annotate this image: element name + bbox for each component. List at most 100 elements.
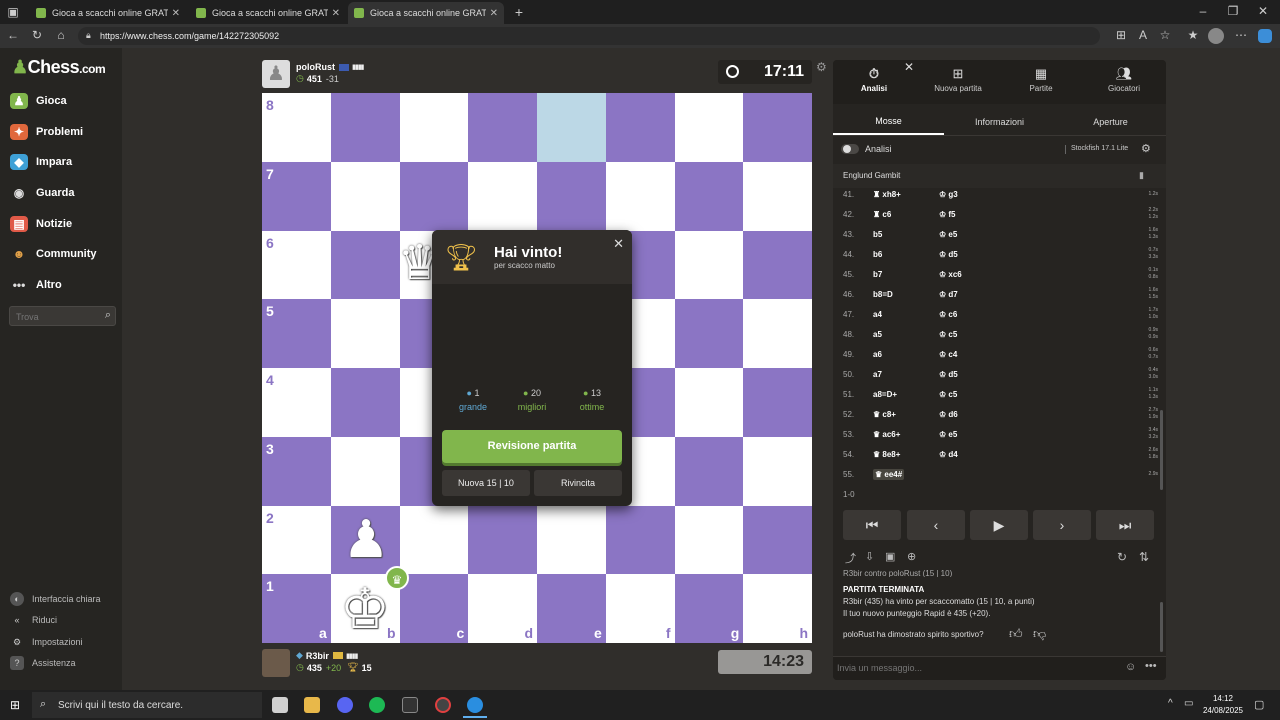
close-tab-icon[interactable]: ✕ <box>172 8 180 19</box>
board-square-b3[interactable] <box>330 436 400 506</box>
bottom-player-info[interactable]: ◆ R3bir ▮▮▮▮ ◷ 435 +20 🏆︎ 15 <box>296 650 372 673</box>
white-move[interactable]: a7 <box>873 370 939 379</box>
board-square-a6[interactable]: 6 <box>262 230 331 300</box>
close-analysis-icon[interactable]: ✕ <box>904 60 914 74</box>
epic-games-icon[interactable] <box>402 697 418 713</box>
board-square-a2[interactable]: 2 <box>262 505 331 575</box>
board-square-h7[interactable] <box>743 161 812 231</box>
board-square-c8[interactable] <box>399 93 469 162</box>
chess-logo[interactable]: ♟Chess.com <box>12 57 106 78</box>
board-square-c7[interactable] <box>399 161 469 231</box>
board-square-b6[interactable] <box>330 230 400 300</box>
board-square-c1[interactable]: c <box>399 574 469 643</box>
black-move[interactable]: ♔ e5 <box>939 430 1136 439</box>
window-menu-icon[interactable]: ▣ <box>6 5 20 19</box>
favorites-icon[interactable]: ★ <box>1186 28 1200 42</box>
home-icon[interactable]: ⌂ <box>54 28 68 42</box>
board-square-h4[interactable] <box>743 368 812 437</box>
board-square-e1[interactable]: e <box>537 574 606 643</box>
black-move[interactable]: ♔ d5 <box>939 250 1136 259</box>
previous-move-button[interactable]: ‹ <box>907 510 965 540</box>
board-settings-gear-icon[interactable]: ⚙ <box>816 60 827 74</box>
sidebar-item-altro[interactable]: ••• Altro <box>10 274 62 296</box>
first-move-button[interactable]: ⏮︎ <box>843 510 901 540</box>
board-square-d7[interactable] <box>468 161 537 231</box>
black-move[interactable]: ♔ xc6 <box>939 270 1136 279</box>
browser-tab-active[interactable]: Gioca a scacchi online GRATIS - S ✕ <box>348 2 504 24</box>
subtab-aperture[interactable]: Aperture <box>1055 109 1166 135</box>
board-square-a5[interactable]: 5 <box>262 299 331 368</box>
board-square-f8[interactable] <box>605 93 675 162</box>
chat-more-icon[interactable]: ••• <box>1145 660 1157 672</box>
taskbar-search[interactable]: ⌕ Scrivi qui il testo da cercare. <box>32 692 262 718</box>
black-move[interactable]: ♔ c6 <box>939 310 1136 319</box>
close-tab-icon[interactable]: ✕ <box>332 8 340 19</box>
reload-icon[interactable]: ↻ <box>30 28 44 42</box>
tab-partite[interactable]: ▦ Partite <box>1016 66 1066 93</box>
board-square-d8[interactable] <box>468 93 537 162</box>
board-square-h8[interactable] <box>743 93 812 162</box>
profile-avatar[interactable] <box>1208 28 1224 44</box>
board-square-g4[interactable] <box>674 368 744 437</box>
board-square-e7[interactable] <box>537 161 606 231</box>
favorite-star-icon[interactable]: ☆ <box>1158 28 1172 42</box>
board-square-g5[interactable] <box>674 299 744 368</box>
rematch-button[interactable]: Rivincita <box>534 470 622 496</box>
sidebar-item-light-ui[interactable]: ◐ Interfaccia chiara <box>10 590 101 608</box>
board-square-h5[interactable] <box>743 299 812 368</box>
board-square-h6[interactable] <box>743 230 812 300</box>
board-square-a8[interactable]: 8 <box>262 93 331 162</box>
tab-giocatori[interactable]: 👥︎ Giocatori <box>1099 66 1149 93</box>
board-square-f1[interactable]: f <box>605 574 675 643</box>
windows-start-icon[interactable]: ⊞ <box>10 699 22 711</box>
board-square-f7[interactable] <box>605 161 675 231</box>
black-move[interactable]: ♔ f5 <box>939 210 1136 219</box>
white-move[interactable]: b8=D <box>873 290 939 299</box>
white-pawn-piece[interactable]: ♟ <box>336 510 396 570</box>
subtab-informazioni[interactable]: Informazioni <box>944 109 1055 135</box>
browser-tab[interactable]: Gioca a scacchi online GRATIS - S ✕ <box>30 2 186 24</box>
white-move[interactable]: ♛ ac6+ <box>873 430 939 439</box>
sidebar-item-help[interactable]: ? Assistenza <box>10 654 76 672</box>
board-square-b8[interactable] <box>330 93 400 162</box>
obs-icon[interactable] <box>435 697 451 713</box>
chat-input[interactable] <box>837 660 1107 676</box>
emoji-icon[interactable]: ☺ <box>1125 661 1136 673</box>
refresh-icon[interactable]: ↻ <box>1117 550 1127 564</box>
play-button[interactable]: ▶ <box>970 510 1028 540</box>
white-move[interactable]: ♜ c6 <box>873 210 939 219</box>
sidebar-item-gioca[interactable]: ♟ Gioca <box>10 90 67 112</box>
chat-scrollbar[interactable] <box>1160 602 1163 652</box>
white-move[interactable]: a4 <box>873 310 939 319</box>
board-square-a7[interactable]: 7 <box>262 161 331 231</box>
black-move[interactable]: ♔ d7 <box>939 290 1136 299</box>
board-square-g3[interactable] <box>674 436 744 506</box>
black-move[interactable]: ♔ d4 <box>939 450 1136 459</box>
address-bar[interactable]: 🔒︎ https://www.chess.com/game/1422723050… <box>78 27 1100 45</box>
flip-board-icon[interactable]: ⇅ <box>1139 550 1149 564</box>
browser-tab[interactable]: Gioca a scacchi online GRATIS - S ✕ <box>190 2 346 24</box>
white-move[interactable]: b7 <box>873 270 939 279</box>
black-move[interactable]: ♔ d5 <box>939 370 1136 379</box>
thumbs-down-icon[interactable]: 👎︎ <box>1033 626 1046 642</box>
last-move-button[interactable]: ⏭︎ <box>1096 510 1154 540</box>
board-square-a4[interactable]: 4 <box>262 368 331 437</box>
white-move[interactable]: a6 <box>873 350 939 359</box>
close-tab-icon[interactable]: ✕ <box>490 8 498 19</box>
subtab-mosse[interactable]: Mosse <box>833 109 944 135</box>
new-tab-icon[interactable]: + <box>512 4 526 20</box>
new-game-button[interactable]: Nuova 15 | 10 <box>442 470 530 496</box>
board-square-h3[interactable] <box>743 436 812 506</box>
board-square-g8[interactable] <box>674 93 744 162</box>
board-square-h2[interactable] <box>743 505 812 575</box>
black-move[interactable]: ♔ d6 <box>939 410 1136 419</box>
board-square-b7[interactable] <box>330 161 400 231</box>
black-move[interactable]: ♔ e5 <box>939 230 1136 239</box>
maximize-icon[interactable]: ❐ <box>1226 4 1240 18</box>
sidebar-item-notizie[interactable]: ▤ Notizie <box>10 213 72 235</box>
next-move-button[interactable]: › <box>1033 510 1091 540</box>
tab-analisi[interactable]: ⏱︎ Analisi <box>849 66 899 93</box>
white-move[interactable]: b6 <box>873 250 939 259</box>
sidebar-item-guarda[interactable]: ◉ Guarda <box>10 182 75 204</box>
split-view-icon[interactable]: ⊞ <box>1114 28 1128 42</box>
